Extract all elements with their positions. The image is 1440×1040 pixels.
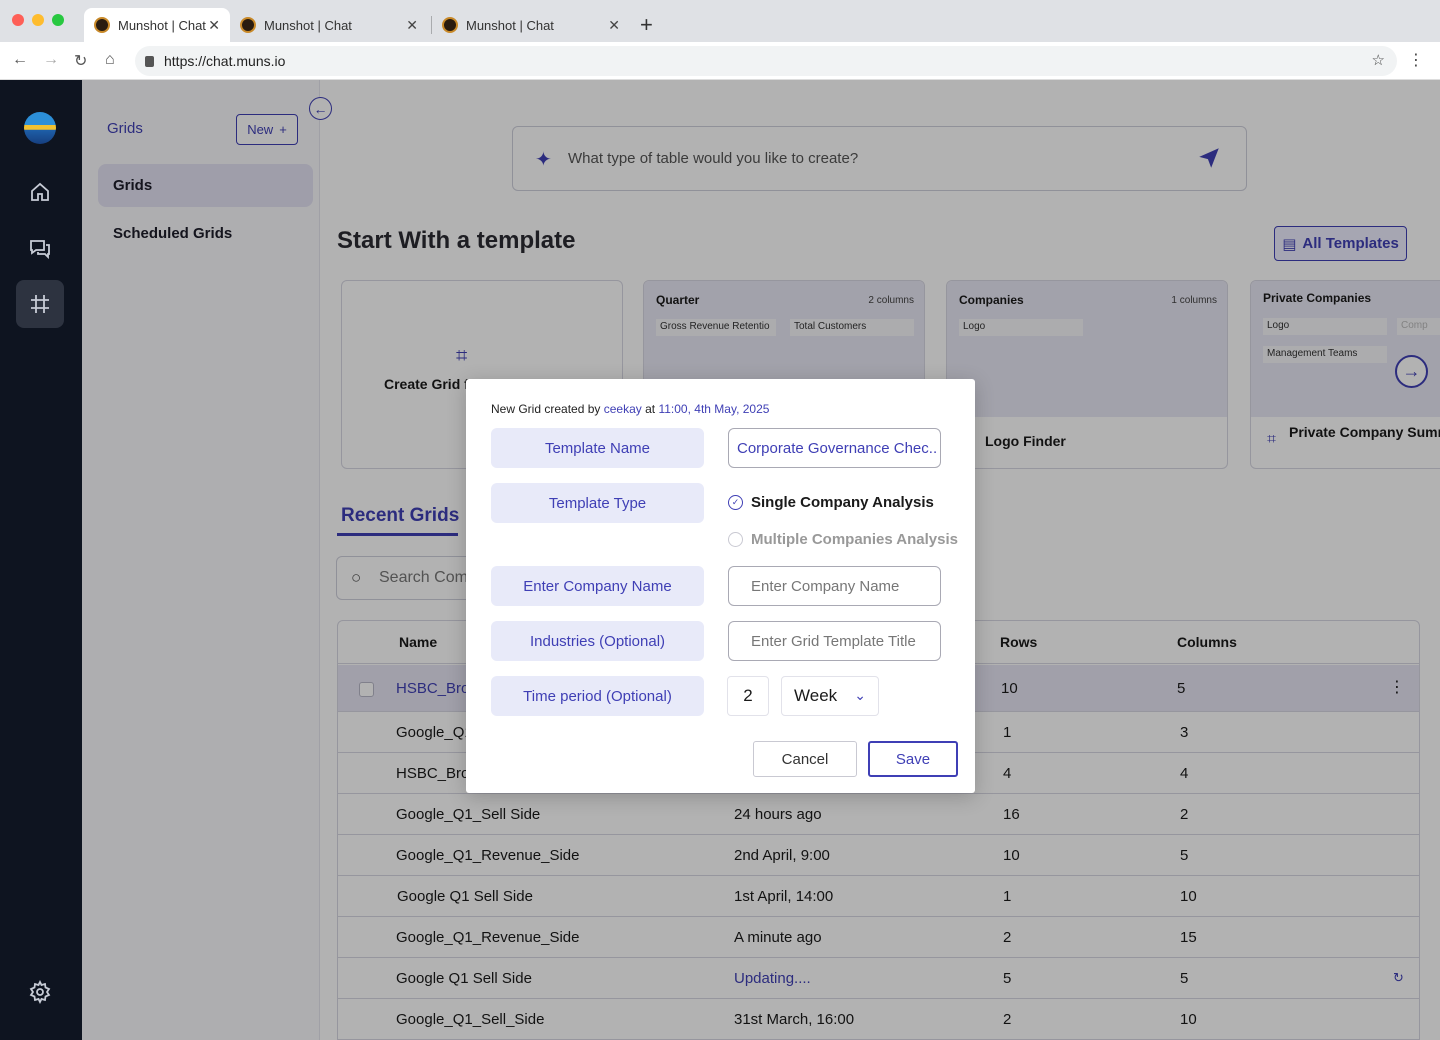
meta-at: at	[645, 402, 656, 416]
radio-label: Multiple Companies Analysis	[751, 531, 958, 548]
favicon-icon	[442, 17, 458, 33]
template-name-input[interactable]: Corporate Governance Chec..	[728, 428, 941, 468]
period-unit-select[interactable]: Week ⌄	[781, 676, 879, 716]
bookmark-star-icon[interactable]: ☆	[1372, 51, 1385, 69]
browser-tab[interactable]: Munshot | Chat ✕	[432, 8, 630, 42]
meta-user[interactable]: ceekay	[604, 402, 642, 416]
grids-nav-button[interactable]	[16, 280, 64, 328]
maximize-window-button[interactable]	[52, 14, 64, 26]
new-grid-modal: New Grid created by ceekay at 11:00, 4th…	[466, 379, 975, 793]
period-unit-value: Week	[794, 686, 838, 705]
template-type-label: Template Type	[491, 483, 704, 523]
radio-single-company[interactable]: ✓ Single Company Analysis	[728, 494, 934, 511]
radio-checked-icon: ✓	[728, 495, 743, 510]
browser-tab[interactable]: Munshot | Chat ✕	[84, 8, 230, 42]
save-button[interactable]: Save	[868, 741, 958, 777]
industries-label: Industries (Optional)	[491, 621, 704, 661]
reload-icon[interactable]: ↻	[74, 51, 87, 71]
tab-label: Munshot | Chat	[466, 17, 554, 33]
home-icon	[31, 182, 49, 201]
close-tab-icon[interactable]: ✕	[208, 17, 220, 34]
gear-icon	[29, 980, 51, 1004]
home-nav-button[interactable]	[16, 168, 64, 216]
radio-label: Single Company Analysis	[751, 494, 934, 511]
url-text: https://chat.muns.io	[164, 53, 286, 69]
industries-input[interactable]: Enter Grid Template Title	[728, 621, 941, 661]
meta-time: 11:00, 4th May, 2025	[658, 402, 770, 416]
minimize-window-button[interactable]	[32, 14, 44, 26]
browser-tabbar: Munshot | Chat ✕ Munshot | Chat ✕ Munsho…	[0, 0, 1440, 42]
favicon-icon	[94, 17, 110, 33]
window-controls	[12, 14, 64, 26]
chat-icon	[30, 240, 50, 260]
new-tab-icon[interactable]: +	[640, 12, 653, 38]
radio-unchecked-icon	[728, 532, 743, 547]
tab-label: Munshot | Chat	[264, 17, 352, 33]
address-bar: ← → ↻ ⌂ https://chat.muns.io ☆ ⋮	[0, 42, 1440, 80]
period-number-input[interactable]: 2	[727, 676, 769, 716]
lock-icon	[145, 55, 154, 67]
created-by-line: New Grid created by ceekay at 11:00, 4th…	[491, 402, 769, 416]
tab-label: Munshot | Chat	[118, 17, 206, 33]
browser-menu-icon[interactable]: ⋮	[1408, 50, 1424, 70]
favicon-icon	[240, 17, 256, 33]
app-logo[interactable]	[24, 112, 56, 144]
template-name-label: Template Name	[491, 428, 704, 468]
home-icon[interactable]: ⌂	[105, 51, 115, 69]
forward-icon[interactable]: →	[43, 51, 59, 69]
radio-multiple-companies[interactable]: Multiple Companies Analysis	[728, 531, 958, 548]
url-field[interactable]: https://chat.muns.io	[135, 46, 1397, 76]
chat-nav-button[interactable]	[16, 224, 64, 272]
settings-nav-button[interactable]	[16, 968, 64, 1016]
company-name-label: Enter Company Name	[491, 566, 704, 606]
cancel-button[interactable]: Cancel	[753, 741, 857, 777]
app-rail	[0, 80, 82, 1040]
chevron-down-icon: ⌄	[854, 687, 866, 703]
meta-prefix: New Grid created by	[491, 402, 601, 416]
grid-frame-icon	[31, 295, 49, 313]
close-tab-icon[interactable]: ✕	[406, 17, 418, 34]
back-icon[interactable]: ←	[12, 51, 28, 69]
company-name-input[interactable]: Enter Company Name	[728, 566, 941, 606]
time-period-label: Time period (Optional)	[491, 676, 704, 716]
browser-tab[interactable]: Munshot | Chat ✕	[230, 8, 428, 42]
close-window-button[interactable]	[12, 14, 24, 26]
close-tab-icon[interactable]: ✕	[608, 17, 620, 34]
